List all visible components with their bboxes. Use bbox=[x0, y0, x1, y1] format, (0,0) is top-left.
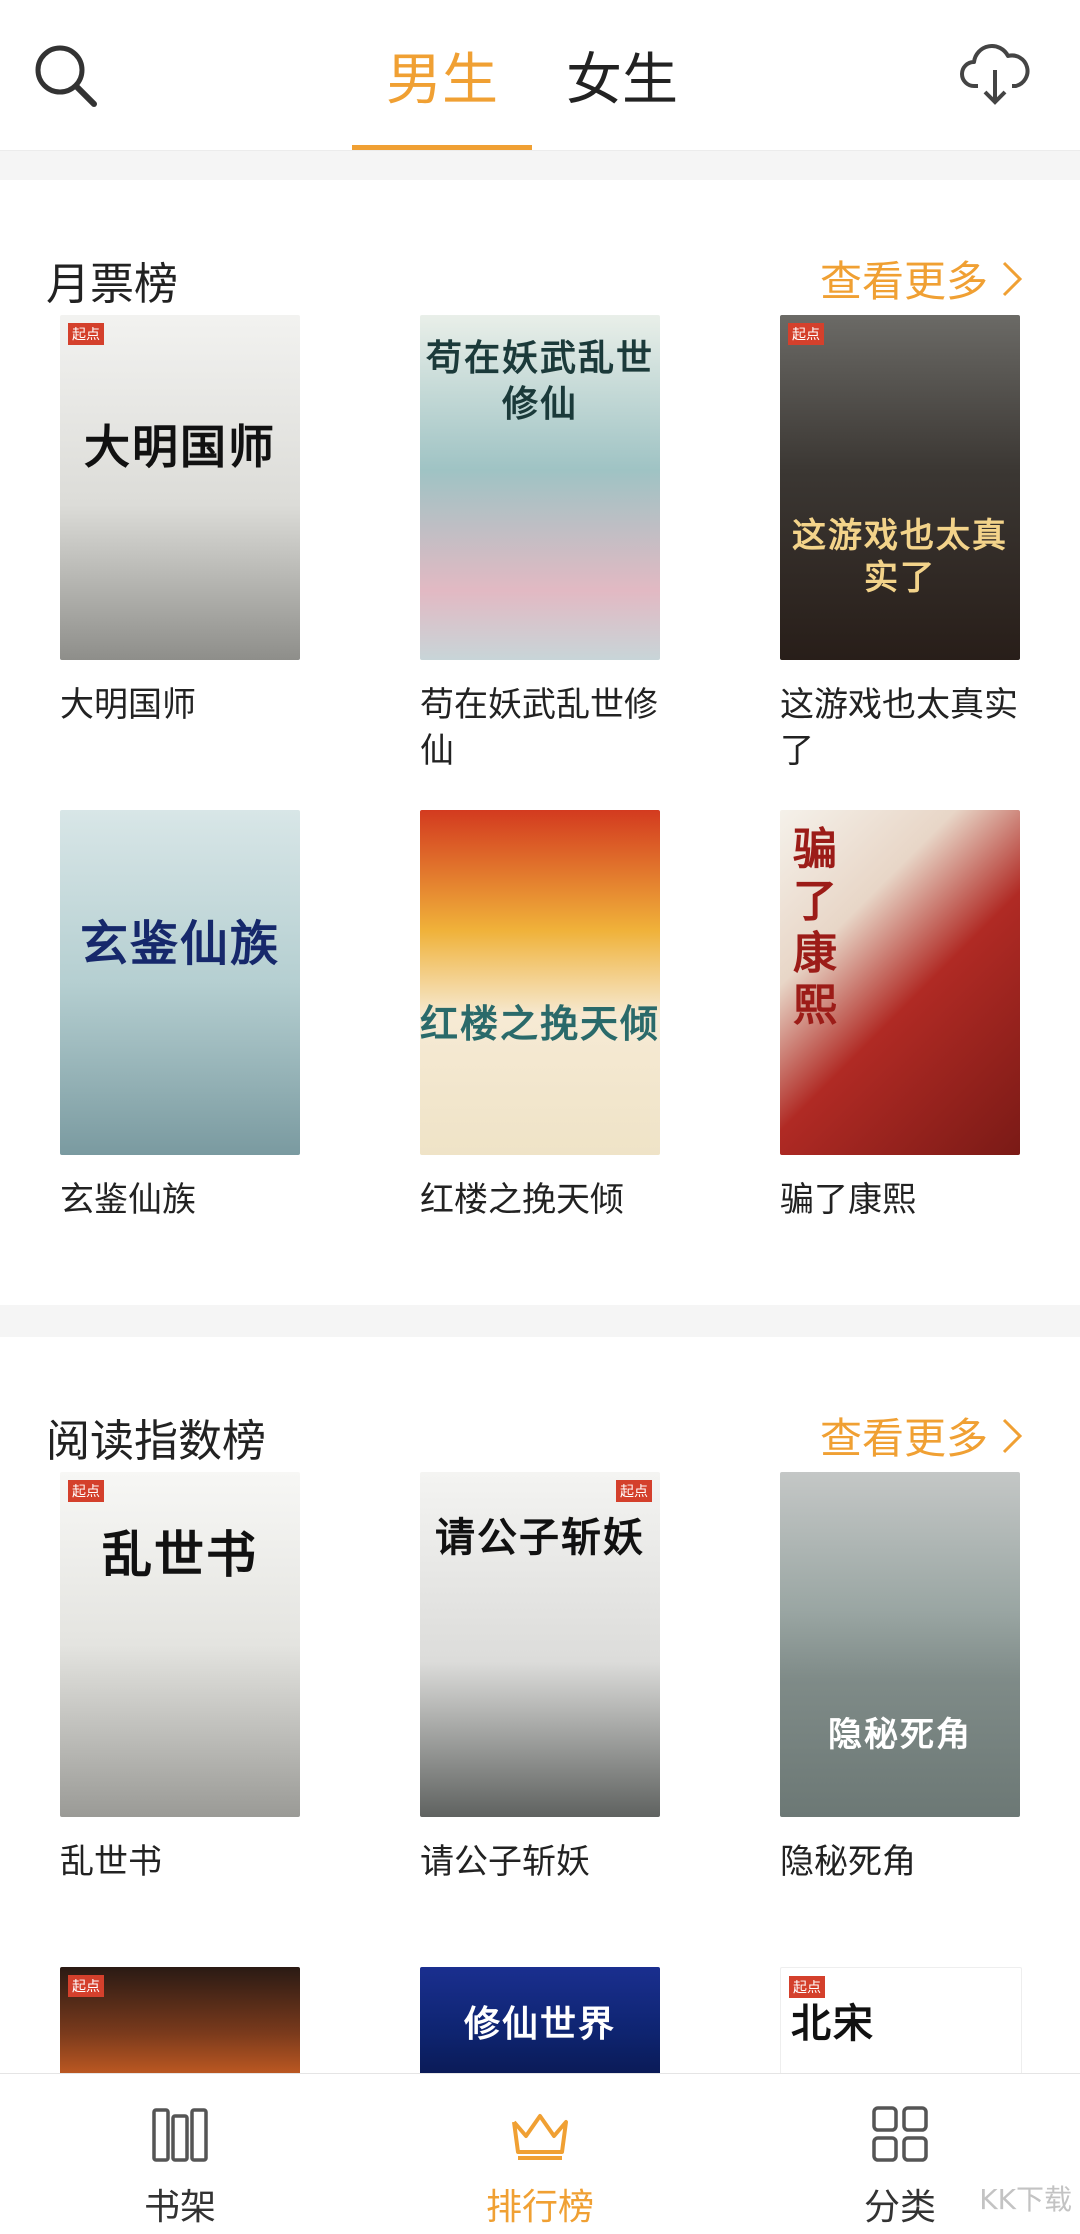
cover-title: 玄鉴仙族 bbox=[79, 915, 280, 972]
chevron-right-icon bbox=[1002, 1418, 1023, 1453]
book-cover[interactable]: 修仙世界 bbox=[420, 1967, 660, 2077]
book-item[interactable]: 起点 请公子斩妖 请公子斩妖 bbox=[420, 1472, 660, 1885]
book-item[interactable]: 起点 大明国师 大明国师 bbox=[60, 315, 300, 728]
cover-title: 大明国师 bbox=[84, 419, 276, 474]
publisher-badge: 起点 bbox=[68, 1480, 104, 1502]
grid-icon bbox=[872, 2106, 928, 2162]
cover-title: 隐秘死角 bbox=[828, 1714, 972, 1755]
book-item[interactable]: 玄鉴仙族 玄鉴仙族 bbox=[60, 810, 300, 1223]
view-more-link[interactable]: 查看更多 bbox=[820, 1405, 1026, 1466]
book-item[interactable]: 起点 北宋 bbox=[780, 1967, 1022, 2079]
section-title: 月票榜 bbox=[46, 259, 178, 310]
view-more-label: 查看更多 bbox=[819, 257, 988, 306]
cover-title: 骗了康熙 bbox=[793, 823, 839, 1031]
top-bar: 男生 女生 bbox=[0, 0, 1080, 151]
book-item[interactable]: 起点 这游戏也太真实了 这游戏也太真实了 bbox=[780, 315, 1020, 774]
book-cover[interactable]: 红楼之挽天倾 bbox=[420, 810, 660, 1155]
book-cover[interactable]: 起点 大明国师 bbox=[60, 315, 300, 660]
book-cover[interactable]: 玄鉴仙族 bbox=[60, 810, 300, 1155]
book-cover[interactable]: 骗了康熙 bbox=[780, 810, 1020, 1155]
gender-tabs: 男生 女生 bbox=[352, 0, 712, 150]
publisher-badge: 起点 bbox=[788, 323, 824, 345]
bottom-navigation: 书架 排行榜 分类 KK下载 bbox=[0, 2073, 1080, 2234]
publisher-badge: 起点 bbox=[616, 1480, 652, 1502]
section-title: 阅读指数榜 bbox=[46, 1416, 266, 1467]
book-title: 骗了康熙 bbox=[780, 1180, 916, 1220]
book-cover[interactable]: 隐秘死角 bbox=[780, 1472, 1020, 1817]
chevron-right-icon bbox=[1002, 261, 1023, 296]
publisher-badge: 起点 bbox=[68, 1975, 104, 1997]
nav-label: 分类 bbox=[863, 2187, 936, 2228]
book-item[interactable]: 起点 乱世书 乱世书 bbox=[60, 1472, 300, 1885]
publisher-badge: 起点 bbox=[68, 323, 104, 345]
book-item[interactable]: 隐秘死角 隐秘死角 bbox=[780, 1472, 1020, 1885]
book-cover[interactable]: 起点 bbox=[60, 1967, 300, 2077]
book-title: 红楼之挽天倾 bbox=[420, 1180, 624, 1220]
book-cover[interactable]: 起点 北宋 bbox=[780, 1967, 1022, 2079]
book-title: 玄鉴仙族 bbox=[60, 1180, 196, 1220]
book-item[interactable]: 起点 bbox=[60, 1967, 300, 2077]
book-cover[interactable]: 起点 这游戏也太真实了 bbox=[780, 315, 1020, 660]
book-title: 这游戏也太真实了 bbox=[780, 685, 1018, 771]
section-read-index: 阅读指数榜 查看更多 起点 乱世书 乱世书 起点 请公子斩妖 请公子斩妖 隐秘死… bbox=[0, 1337, 1080, 2079]
nav-ranking[interactable]: 排行榜 bbox=[360, 2074, 720, 2234]
cover-title: 请公子斩妖 bbox=[435, 1515, 645, 1562]
bookshelf-icon bbox=[152, 2108, 208, 2162]
book-title: 大明国师 bbox=[60, 685, 196, 725]
view-more-label: 查看更多 bbox=[819, 1414, 988, 1463]
nav-bookshelf[interactable]: 书架 bbox=[0, 2074, 360, 2234]
section-monthly-ticket: 月票榜 查看更多 起点 大明国师 大明国师 苟在妖武乱世修仙 苟在妖武乱世修仙 … bbox=[0, 180, 1080, 1305]
book-title: 乱世书 bbox=[60, 1842, 162, 1882]
book-title: 苟在妖武乱世修仙 bbox=[420, 685, 658, 771]
cover-title: 北宋 bbox=[791, 2001, 875, 2047]
book-cover[interactable]: 起点 请公子斩妖 bbox=[420, 1472, 660, 1817]
book-cover[interactable]: 苟在妖武乱世修仙 bbox=[420, 315, 660, 660]
search-icon[interactable] bbox=[30, 40, 102, 112]
cover-title: 红楼之挽天倾 bbox=[420, 1001, 660, 1046]
cover-title: 修仙世界 bbox=[463, 2004, 616, 2045]
nav-label: 排行榜 bbox=[485, 2187, 594, 2228]
book-cover[interactable]: 起点 乱世书 bbox=[60, 1472, 300, 1817]
book-title: 隐秘死角 bbox=[780, 1842, 916, 1882]
book-title: 请公子斩妖 bbox=[420, 1842, 590, 1882]
cover-title: 乱世书 bbox=[102, 1526, 258, 1585]
cover-title: 苟在妖武乱世修仙 bbox=[425, 337, 654, 425]
book-item[interactable]: 红楼之挽天倾 红楼之挽天倾 bbox=[420, 810, 660, 1223]
book-item[interactable]: 苟在妖武乱世修仙 苟在妖武乱世修仙 bbox=[420, 315, 660, 774]
tab-female[interactable]: 女生 bbox=[532, 0, 712, 150]
publisher-badge: 起点 bbox=[789, 1976, 825, 1998]
book-item[interactable]: 骗了康熙 骗了康熙 bbox=[780, 810, 1020, 1223]
book-item[interactable]: 修仙世界 bbox=[420, 1967, 660, 2077]
cover-title: 这游戏也太真实了 bbox=[792, 516, 1008, 599]
crown-icon bbox=[512, 2114, 568, 2160]
nav-label: 书架 bbox=[143, 2187, 216, 2228]
view-more-link[interactable]: 查看更多 bbox=[820, 248, 1026, 309]
watermark: KK下载 bbox=[979, 2183, 1072, 2216]
cloud-download-icon[interactable] bbox=[960, 40, 1030, 110]
tab-male[interactable]: 男生 bbox=[352, 0, 532, 150]
